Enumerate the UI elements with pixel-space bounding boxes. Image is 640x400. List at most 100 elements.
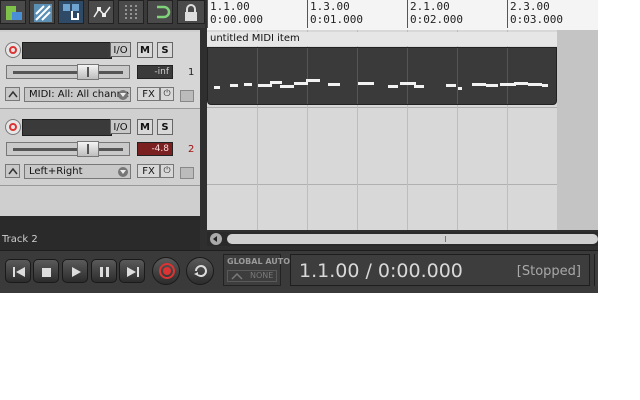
ruler-mark: 2.1.00 0:02.000 xyxy=(407,0,463,28)
pause-icon xyxy=(100,267,109,277)
item-grouping-button[interactable] xyxy=(58,0,84,24)
midi-note xyxy=(414,85,424,88)
lock-icon xyxy=(185,4,197,21)
main-toolbar xyxy=(0,0,205,28)
midi-note xyxy=(280,85,294,88)
horizontal-scrollbar[interactable] xyxy=(207,232,598,246)
track-control-panel: I/O M S -inf 1 MIDI: All: All channe FX … xyxy=(0,30,200,260)
timeline-ruler[interactable]: 1.1.00 0:00.000 1.3.00 0:01.000 2.1.00 0:02… xyxy=(207,0,598,31)
playrate-panel-edge[interactable] xyxy=(594,254,598,286)
repeat-icon xyxy=(194,265,207,277)
grid-snap-button[interactable] xyxy=(0,0,26,24)
stop-icon xyxy=(42,268,51,277)
fx-button[interactable]: FX xyxy=(137,87,160,101)
volume-slider-knob[interactable] xyxy=(77,64,99,80)
repeat-toggle-button[interactable] xyxy=(186,257,214,285)
folder-tab[interactable] xyxy=(180,167,194,179)
solo-button[interactable]: S xyxy=(157,42,173,58)
dropdown-arrow-icon xyxy=(118,90,128,100)
ruler-mark: 2.3.00 0:03.000 xyxy=(507,0,563,28)
volume-slider-knob[interactable] xyxy=(77,141,99,157)
volume-slider[interactable] xyxy=(6,64,130,80)
empty-lane[interactable] xyxy=(207,185,557,230)
track-number: 2 xyxy=(188,144,195,155)
solo-button[interactable]: S xyxy=(157,119,173,135)
midi-item[interactable]: untitled MIDI item xyxy=(207,32,557,105)
stop-button[interactable] xyxy=(33,259,59,283)
mute-button[interactable]: M xyxy=(137,42,153,58)
record-button[interactable] xyxy=(152,257,180,285)
envelope-icon xyxy=(93,6,111,18)
loop-button[interactable] xyxy=(147,0,173,24)
midi-item-title: untitled MIDI item xyxy=(207,32,557,46)
midi-note xyxy=(244,83,252,86)
global-automation-override[interactable]: GLOBAL AUTO NONE xyxy=(223,254,290,286)
track-number: 1 xyxy=(188,67,195,78)
selected-track-label: Track 2 xyxy=(2,234,38,245)
track-2-controls[interactable]: I/O M S -4.8 2 Left+Right FX ⏻ xyxy=(0,109,200,186)
loop-icon xyxy=(157,5,171,19)
mute-button[interactable]: M xyxy=(137,119,153,135)
grid-icon xyxy=(125,5,137,21)
track-name-field[interactable] xyxy=(22,119,112,136)
fx-bypass-power-icon[interactable]: ⏻ xyxy=(160,164,174,178)
skip-back-icon xyxy=(13,267,25,277)
play-button[interactable] xyxy=(62,259,88,283)
volume-meter: -4.8 xyxy=(137,142,173,156)
envelope-caret-icon xyxy=(8,90,18,98)
record-icon xyxy=(159,263,175,279)
envelope-points-button[interactable] xyxy=(88,0,114,24)
playback-state: [Stopped] xyxy=(516,264,581,279)
track-2-lane[interactable] xyxy=(207,108,557,185)
global-auto-mode[interactable]: NONE xyxy=(227,270,277,282)
go-to-start-button[interactable] xyxy=(5,259,31,283)
play-icon xyxy=(72,267,81,277)
record-arm-button[interactable] xyxy=(5,119,21,135)
midi-item-body[interactable] xyxy=(207,47,557,105)
envelope-caret-icon xyxy=(8,167,18,175)
ripple-edit-button[interactable] xyxy=(29,0,55,24)
midi-note xyxy=(446,84,456,87)
snap-icon xyxy=(6,6,22,20)
io-button[interactable]: I/O xyxy=(110,42,131,57)
midi-note xyxy=(388,85,398,88)
scrollbar-thumb[interactable] xyxy=(227,234,598,244)
record-input-select[interactable]: Left+Right xyxy=(24,164,131,179)
folder-tab[interactable] xyxy=(180,90,194,102)
midi-note xyxy=(542,84,548,87)
midi-note xyxy=(258,84,272,87)
playback-position: 1.1.00 / 0:00.000 xyxy=(299,260,463,282)
automation-caret-icon xyxy=(231,272,243,280)
arrange-view[interactable]: untitled MIDI item xyxy=(207,30,598,230)
metronome-grid-button[interactable] xyxy=(118,0,144,24)
global-auto-label: GLOBAL AUTO xyxy=(227,257,291,266)
midi-note xyxy=(358,82,374,85)
fx-button[interactable]: FX xyxy=(137,164,160,178)
track-1-controls[interactable]: I/O M S -inf 1 MIDI: All: All channe FX … xyxy=(0,32,200,109)
midi-note xyxy=(214,86,220,89)
lock-button[interactable] xyxy=(177,0,205,24)
pause-button[interactable] xyxy=(91,259,117,283)
midi-note xyxy=(328,83,340,86)
envelope-button[interactable] xyxy=(5,87,20,101)
midi-note xyxy=(528,83,542,86)
beyond-project-end-area[interactable] xyxy=(557,30,598,230)
midi-note xyxy=(458,87,462,90)
track-name-field[interactable] xyxy=(22,42,112,59)
record-arm-button[interactable] xyxy=(5,42,21,58)
volume-slider[interactable] xyxy=(6,141,130,157)
fx-bypass-power-icon[interactable]: ⏻ xyxy=(160,87,174,101)
ruler-mark: 1.3.00 0:01.000 xyxy=(307,0,363,28)
midi-note xyxy=(270,81,282,84)
record-input-select[interactable]: MIDI: All: All channe xyxy=(24,87,131,102)
io-button[interactable]: I/O xyxy=(110,119,131,134)
midi-note xyxy=(514,82,528,85)
ruler-mark: 1.1.00 0:00.000 xyxy=(207,0,263,28)
reaper-window: 1.1.00 0:00.000 1.3.00 0:01.000 2.1.00 0:02… xyxy=(0,0,598,293)
midi-note xyxy=(472,83,486,86)
envelope-button[interactable] xyxy=(5,164,20,178)
go-to-end-button[interactable] xyxy=(119,259,145,283)
skip-forward-icon xyxy=(127,267,139,277)
time-display[interactable]: 1.1.00 / 0:00.000 [Stopped] xyxy=(290,254,590,286)
scroll-left-arrow-icon[interactable] xyxy=(210,233,222,245)
